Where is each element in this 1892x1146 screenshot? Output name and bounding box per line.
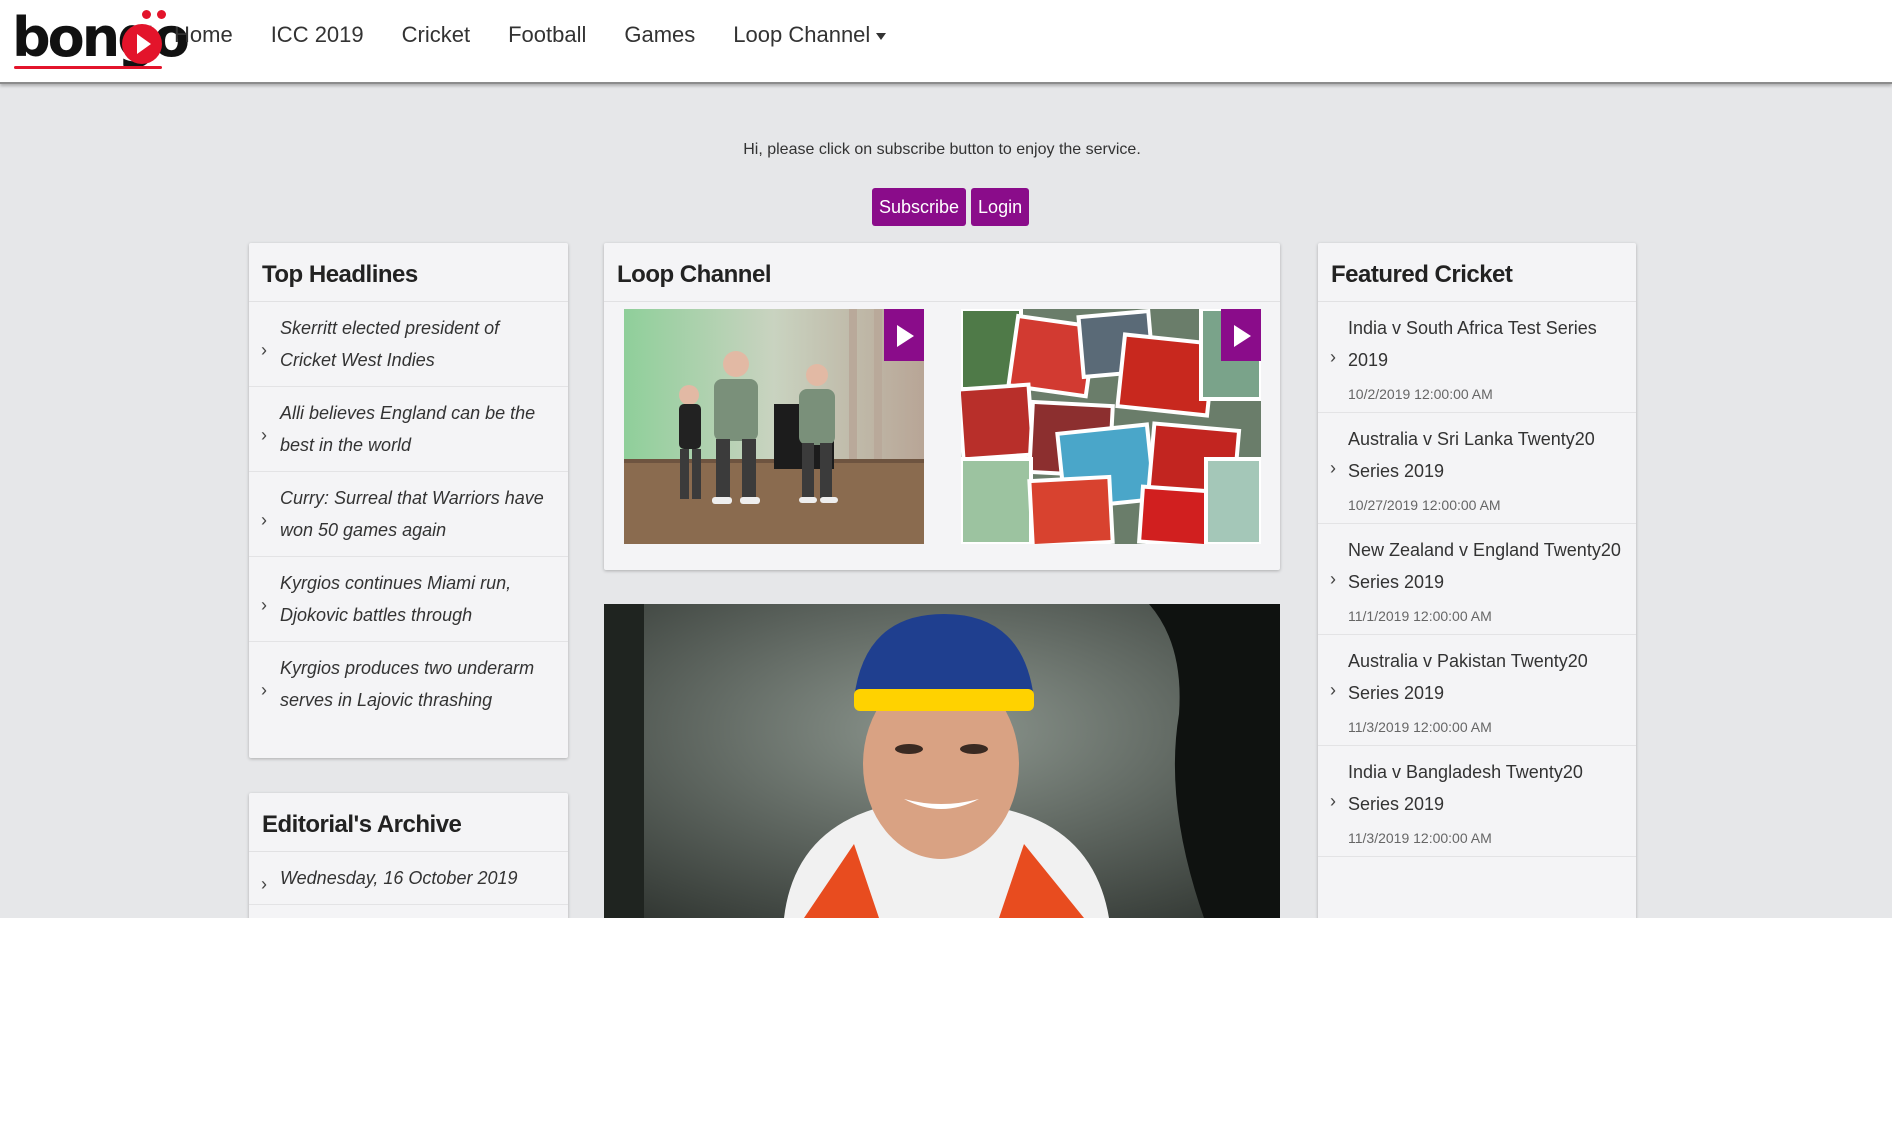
logo-antenna-left xyxy=(142,10,151,19)
login-button[interactable]: Login xyxy=(971,188,1030,226)
match-date: 11/3/2019 12:00:00 AM xyxy=(1348,830,1492,846)
nav-home[interactable]: Home xyxy=(174,22,233,48)
main-nav: Home ICC 2019 Cricket Football Games Loo… xyxy=(174,22,924,48)
featured-match-item[interactable]: › New Zealand v England Twenty20 Series … xyxy=(1318,524,1636,635)
auth-buttons: Subscribe Login xyxy=(872,188,1030,226)
headline-item[interactable]: › Kyrgios continues Miami run, Djokovic … xyxy=(249,557,568,642)
chevron-right-icon: › xyxy=(261,340,267,360)
nav-cricket[interactable]: Cricket xyxy=(402,22,470,48)
editorial-archive-panel: Editorial's Archive › Wednesday, 16 Octo… xyxy=(249,793,568,918)
nav-loop-channel-label: Loop Channel xyxy=(733,22,871,47)
featured-cricket-title: Featured Cricket xyxy=(1318,243,1636,302)
chevron-right-icon: › xyxy=(1330,347,1336,367)
loop-channel-title: Loop Channel xyxy=(604,243,1280,302)
bongo-logo[interactable]: bongo xyxy=(12,6,190,72)
headline-text: Alli believes England can be the best in… xyxy=(280,403,536,455)
headline-item[interactable]: › Curry: Surreal that Warriors have won … xyxy=(249,472,568,557)
headline-text: Skerritt elected president of Cricket We… xyxy=(280,318,500,370)
chevron-right-icon: › xyxy=(1330,791,1336,811)
featured-cricket-panel: Featured Cricket › India v South Africa … xyxy=(1318,243,1636,918)
match-title: India v Bangladesh Twenty20 Series 2019 xyxy=(1348,762,1583,814)
featured-match-item[interactable]: › Australia v Pakistan Twenty20 Series 2… xyxy=(1318,635,1636,746)
featured-match-item[interactable]: › India v Bangladesh Twenty20 Series 201… xyxy=(1318,746,1636,857)
editorial-archive-title: Editorial's Archive xyxy=(249,793,568,852)
subscribe-button[interactable]: Subscribe xyxy=(872,188,967,226)
chevron-right-icon: › xyxy=(1330,458,1336,478)
nav-football[interactable]: Football xyxy=(508,22,586,48)
headline-text: Curry: Surreal that Warriors have won 50… xyxy=(280,488,544,540)
loop-video-thumbnail[interactable] xyxy=(624,309,924,544)
nav-icc-2019[interactable]: ICC 2019 xyxy=(271,22,364,48)
featured-match-item[interactable]: › India v South Africa Test Series 2019 … xyxy=(1318,302,1636,413)
workout-video-image xyxy=(624,309,924,544)
chevron-right-icon: › xyxy=(261,510,267,530)
match-date: 11/3/2019 12:00:00 AM xyxy=(1348,719,1492,735)
headline-item[interactable]: › Skerritt elected president of Cricket … xyxy=(249,302,568,387)
match-date: 11/1/2019 12:00:00 AM xyxy=(1348,608,1492,624)
logo-swoosh xyxy=(14,66,162,69)
chevron-right-icon: › xyxy=(261,874,267,894)
rider-portrait-image xyxy=(604,604,1280,918)
classic-cars-collage-image xyxy=(961,309,1261,544)
chevron-right-icon: › xyxy=(261,595,267,615)
logo-antenna-right xyxy=(157,10,166,19)
nav-loop-channel[interactable]: Loop Channel xyxy=(733,22,887,48)
headline-text: Kyrgios continues Miami run, Djokovic ba… xyxy=(280,573,512,625)
headline-text: Kyrgios produces two underarm serves in … xyxy=(280,658,535,710)
headline-item[interactable]: › Alli believes England can be the best … xyxy=(249,387,568,472)
play-icon[interactable] xyxy=(884,309,924,361)
chevron-right-icon: › xyxy=(1330,569,1336,589)
logo-play-icon xyxy=(122,24,162,64)
featured-match-item[interactable]: › Australia v Sri Lanka Twenty20 Series … xyxy=(1318,413,1636,524)
chevron-right-icon: › xyxy=(261,680,267,700)
top-headlines-title: Top Headlines xyxy=(249,243,568,302)
play-icon[interactable] xyxy=(1221,309,1261,361)
match-title: Australia v Pakistan Twenty20 Series 201… xyxy=(1348,651,1588,703)
match-title: Australia v Sri Lanka Twenty20 Series 20… xyxy=(1348,429,1595,481)
match-title: New Zealand v England Twenty20 Series 20… xyxy=(1348,540,1621,592)
archive-date: Wednesday, 16 October 2019 xyxy=(280,868,518,888)
top-headlines-panel: Top Headlines › Skerritt elected preside… xyxy=(249,243,568,758)
featured-story-image[interactable] xyxy=(604,604,1280,918)
caret-down-icon xyxy=(876,32,887,40)
chevron-right-icon: › xyxy=(1330,680,1336,700)
loop-video-thumbnail[interactable] xyxy=(961,309,1261,544)
match-title: India v South Africa Test Series 2019 xyxy=(1348,318,1597,370)
match-date: 10/2/2019 12:00:00 AM xyxy=(1348,386,1493,402)
archive-item[interactable]: › Wednesday, 16 October 2019 xyxy=(249,852,568,905)
nav-games[interactable]: Games xyxy=(624,22,695,48)
loop-channel-panel: Loop Channel xyxy=(604,243,1280,570)
headline-item[interactable]: › Kyrgios produces two underarm serves i… xyxy=(249,642,568,726)
top-navbar: bongo Home ICC 2019 Cricket Football Gam… xyxy=(0,0,1892,84)
page: bongo Home ICC 2019 Cricket Football Gam… xyxy=(0,0,1892,918)
subscribe-notice: Hi, please click on subscribe button to … xyxy=(743,141,1141,158)
chevron-right-icon: › xyxy=(261,425,267,445)
match-date: 10/27/2019 12:00:00 AM xyxy=(1348,497,1501,513)
